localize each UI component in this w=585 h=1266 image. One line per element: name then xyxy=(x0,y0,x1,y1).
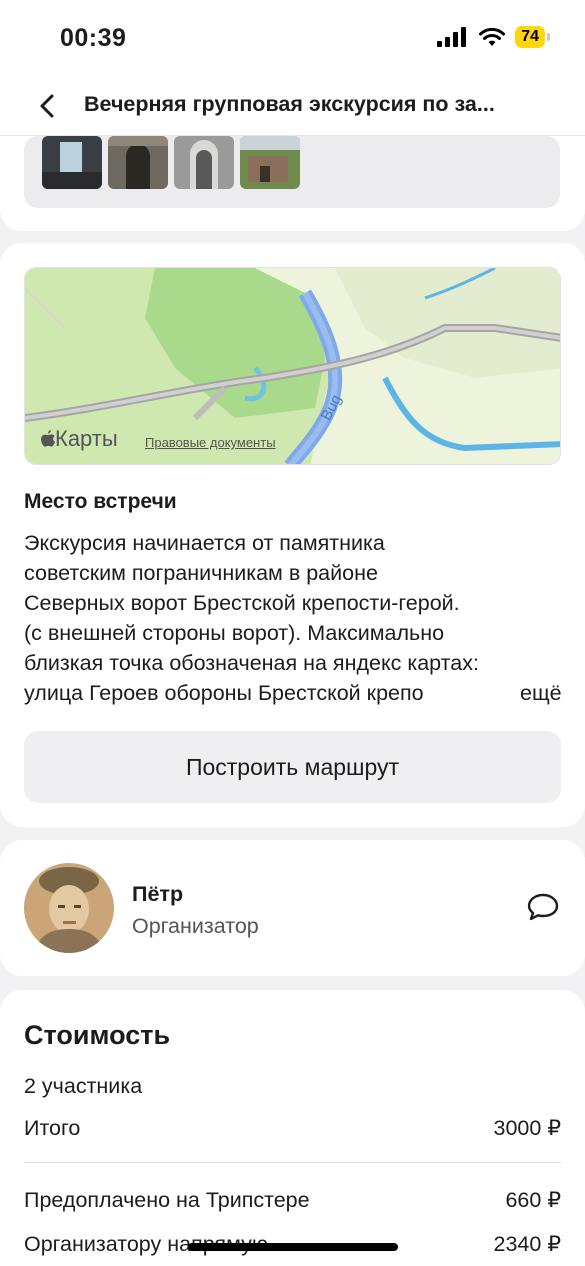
photo-thumbnail[interactable] xyxy=(240,136,300,189)
legal-docs-link[interactable]: Правовые документы xyxy=(145,435,276,450)
divider xyxy=(24,1162,561,1163)
status-icons: 74 xyxy=(437,26,550,48)
meeting-point-title: Место встречи xyxy=(24,490,177,513)
wifi-icon xyxy=(479,27,506,46)
organizer-card[interactable]: Пётр Организатор xyxy=(0,840,585,976)
avatar[interactable] xyxy=(24,863,114,953)
prepaid-value: 660 ₽ xyxy=(505,1188,561,1212)
description-line: Экскурсия начинается от памятника xyxy=(24,531,385,555)
organizer-name: Пётр xyxy=(132,882,184,906)
build-route-button[interactable]: Построить маршрут xyxy=(24,731,561,803)
photo-thumbnail[interactable] xyxy=(42,136,102,189)
cellular-signal-icon xyxy=(437,27,467,47)
description-line: (с внешней стороны ворот). Максимально xyxy=(24,621,445,645)
description-line: советским пограничникам в районе xyxy=(24,561,378,585)
total-row: Итого 3000 ₽ xyxy=(24,1116,561,1141)
battery-indicator: 74 xyxy=(515,26,550,48)
map-view[interactable]: Bug Карты Правовые документы xyxy=(24,267,561,465)
home-indicator[interactable] xyxy=(188,1243,398,1251)
page-title: Вечерняя групповая экскурсия по за... xyxy=(84,92,495,116)
meeting-point-card: Bug Карты Правовые документы Место встре… xyxy=(0,243,585,827)
maps-brand-label: Карты xyxy=(55,426,118,451)
participants-count: 2 участника xyxy=(24,1074,143,1098)
status-bar: 00:39 74 xyxy=(0,0,585,80)
description-line: близкая точка обозначеная на яндекс карт… xyxy=(24,651,479,675)
description-fade xyxy=(445,678,520,708)
apple-logo-icon xyxy=(41,430,55,447)
organizer-role: Организатор xyxy=(132,914,259,938)
total-value: 3000 ₽ xyxy=(493,1116,561,1140)
chat-bubble-icon[interactable] xyxy=(526,892,560,922)
photo-thumbnail[interactable] xyxy=(174,136,234,189)
description-line: Северных ворот Брестской крепости-герой. xyxy=(24,591,460,615)
photo-strip xyxy=(24,136,560,208)
cost-title: Стоимость xyxy=(24,1020,171,1050)
participants-row: 2 участника xyxy=(24,1074,561,1099)
photo-thumbnail[interactable] xyxy=(108,136,168,189)
status-time: 00:39 xyxy=(60,24,127,52)
maps-brand: Карты xyxy=(41,426,118,452)
cost-card: Стоимость 2 участника Итого 3000 ₽ Предо… xyxy=(0,990,585,1266)
total-label: Итого xyxy=(24,1116,81,1140)
prepaid-row: Предоплачено на Трипстере 660 ₽ xyxy=(24,1188,561,1213)
prepaid-label: Предоплачено на Трипстере xyxy=(24,1188,310,1212)
read-more-link[interactable]: ещё xyxy=(520,678,562,708)
back-arrow-icon[interactable] xyxy=(34,90,62,122)
direct-value: 2340 ₽ xyxy=(493,1232,561,1256)
nav-header: Вечерняя групповая экскурсия по за... xyxy=(0,80,585,136)
